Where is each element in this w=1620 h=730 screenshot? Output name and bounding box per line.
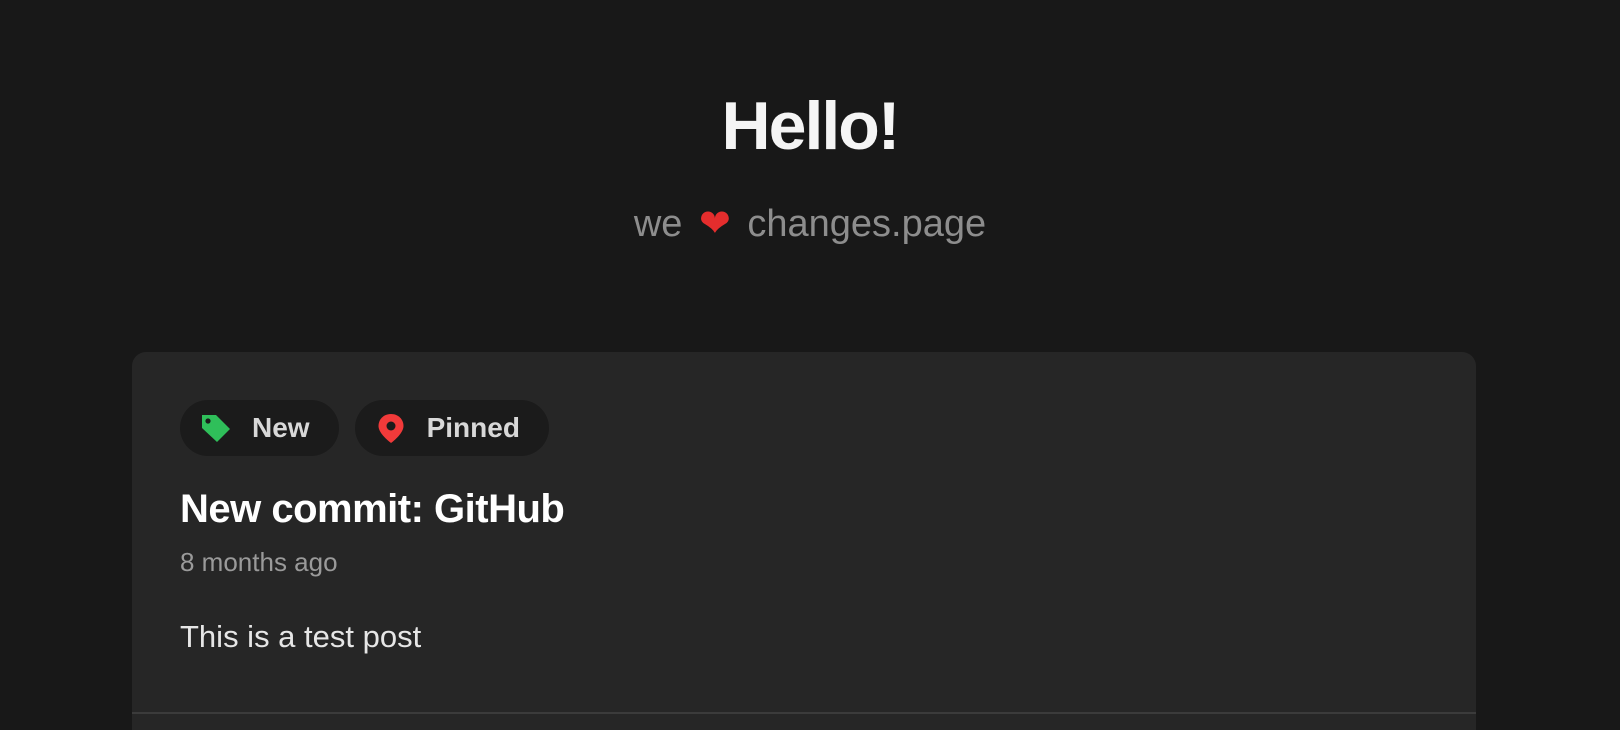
post-title[interactable]: New commit: GitHub <box>180 485 565 533</box>
page-subtitle: we ❤ changes.page <box>0 202 1620 248</box>
page-title: Hello! <box>721 88 901 164</box>
tag-new[interactable]: New <box>180 400 339 456</box>
tag-label: Pinned <box>426 412 520 443</box>
post-card: New Pinned New commit: GitHub 8 months a… <box>132 352 1476 730</box>
heart-icon: ❤ <box>698 203 731 245</box>
subtitle-prefix: we <box>633 203 683 245</box>
tag-icon <box>198 410 234 446</box>
hero-section: Hello! we ❤ changes.page <box>0 0 1620 300</box>
subtitle-suffix: changes.page <box>747 203 987 245</box>
map-pin-icon <box>373 410 409 446</box>
tag-pinned[interactable]: Pinned <box>354 400 549 456</box>
card-divider <box>132 712 1476 714</box>
post-tags: New Pinned <box>180 400 549 456</box>
post-body: This is a test post <box>180 619 422 654</box>
post-date: 8 months ago <box>180 547 338 577</box>
tag-label: New <box>252 412 310 443</box>
